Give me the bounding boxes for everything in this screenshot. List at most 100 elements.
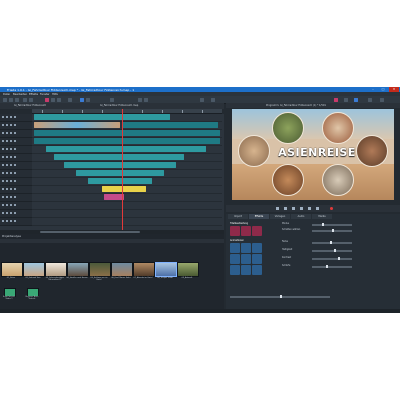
animation-preset-icon[interactable] [252,254,262,264]
movie-title-icon[interactable] [252,226,262,236]
track-10[interactable] [32,186,222,194]
help-icon[interactable] [368,97,372,102]
track-14[interactable] [32,218,222,226]
timeline-clip[interactable] [88,178,152,184]
prop-slider[interactable] [312,257,352,261]
animation-preset-icon[interactable] [230,243,240,253]
timeline-clip[interactable] [54,154,184,160]
animation-preset-icon[interactable] [230,265,240,275]
track-11[interactable] [32,194,222,202]
zoom-out-icon[interactable] [138,97,142,102]
track-head-9[interactable] [0,178,32,186]
track-head-2[interactable] [0,122,32,130]
track-2[interactable] [32,122,222,130]
timeline-file-left[interactable]: Gi_Fahrradtour Fiddenreich [14,104,46,107]
track-12[interactable] [32,202,222,210]
prop-slider[interactable] [312,241,352,245]
export-icon[interactable] [344,97,348,102]
save-icon[interactable] [15,97,19,102]
media-thumbnail[interactable] [133,262,155,277]
track-8[interactable] [32,170,222,178]
tab-templates[interactable]: Vorlagen [270,214,290,219]
timeline-clip[interactable] [34,122,120,128]
marker-icon[interactable] [211,97,215,102]
prop-slider[interactable] [312,229,352,233]
paste-icon[interactable] [57,97,61,102]
step-back-icon[interactable] [284,207,287,210]
new-project-icon[interactable] [3,97,7,102]
zoom-in-icon[interactable] [144,97,148,102]
text-icon[interactable] [230,226,240,236]
copy-icon[interactable] [51,97,55,102]
record-button-icon[interactable] [330,207,333,210]
track-head-8[interactable] [0,170,32,178]
track-1[interactable] [32,114,222,122]
prop-slider[interactable] [312,265,352,269]
track-settings-icon[interactable] [200,97,204,102]
track-6[interactable] [32,154,222,162]
track-head-7[interactable] [0,162,32,170]
tab-import[interactable]: Import [228,214,248,219]
undo-icon[interactable] [23,97,27,102]
step-forward-icon[interactable] [308,207,311,210]
stop-icon[interactable] [292,207,295,210]
track-13[interactable] [32,210,222,218]
media-thumbnail[interactable] [1,262,23,277]
record-icon[interactable] [334,97,338,102]
animation-preset-icon[interactable] [241,254,251,264]
animation-preset-icon[interactable] [252,243,262,253]
to-start-icon[interactable] [276,207,279,210]
animation-preset-icon[interactable] [230,254,240,264]
track-head-5[interactable] [0,146,32,154]
timeline-clip[interactable] [122,122,218,128]
track-head-14[interactable] [0,218,32,226]
play-icon[interactable] [300,207,303,210]
timeline-clip[interactable] [34,130,220,136]
media-thumbnail[interactable] [89,262,111,277]
video-preview[interactable]: ASIENREISE [232,109,394,200]
track-9[interactable] [32,178,222,186]
redo-icon[interactable] [29,97,33,102]
mouse-mode-icon[interactable] [80,97,84,102]
timeline-file-tab[interactable]: Gi_Fahrradtour Fiddenreich.mep [100,104,138,107]
snap-icon[interactable] [110,97,114,102]
project-tabs[interactable] [0,239,224,243]
tab-media[interactable]: Media [312,214,332,219]
timeline-clip[interactable] [76,170,164,176]
media-thumbnail[interactable] [111,262,133,277]
animation-preset-icon[interactable] [241,243,251,253]
track-5[interactable] [32,146,222,154]
track-head-10[interactable] [0,186,32,194]
track-7[interactable] [32,162,222,170]
media-thumbnail-selected[interactable] [155,262,177,277]
split-icon[interactable] [68,97,72,102]
prop-slider[interactable] [312,223,352,227]
prop-slider[interactable] [312,249,352,253]
media-thumbnail[interactable] [67,262,89,277]
track-head-11[interactable] [0,194,32,202]
timeline-clip[interactable] [46,146,206,152]
media-thumbnail[interactable] [45,262,67,277]
track-head-3[interactable] [0,130,32,138]
animation-preset-icon[interactable] [241,265,251,275]
tab-audio[interactable]: Audio [291,214,311,219]
title-font-icon[interactable] [241,226,251,236]
keyframe-slider[interactable] [230,295,330,299]
settings-icon[interactable] [380,97,384,102]
track-head-1[interactable] [0,114,32,122]
cut-icon[interactable] [45,97,49,102]
tab-effects[interactable]: Effekte [249,214,269,219]
track-head-13[interactable] [0,210,32,218]
track-head-4[interactable] [0,138,32,146]
track-4[interactable] [32,138,222,146]
media-thumbnail[interactable] [23,262,45,277]
track-3[interactable] [32,130,222,138]
title-clip[interactable] [102,186,146,192]
timeline-clip[interactable] [64,162,176,168]
playhead[interactable] [122,109,123,231]
to-end-icon[interactable] [316,207,319,210]
animation-preset-icon[interactable] [252,265,262,275]
track-head-6[interactable] [0,154,32,162]
media-thumbnail[interactable] [177,262,199,277]
effect-clip[interactable] [104,194,124,200]
